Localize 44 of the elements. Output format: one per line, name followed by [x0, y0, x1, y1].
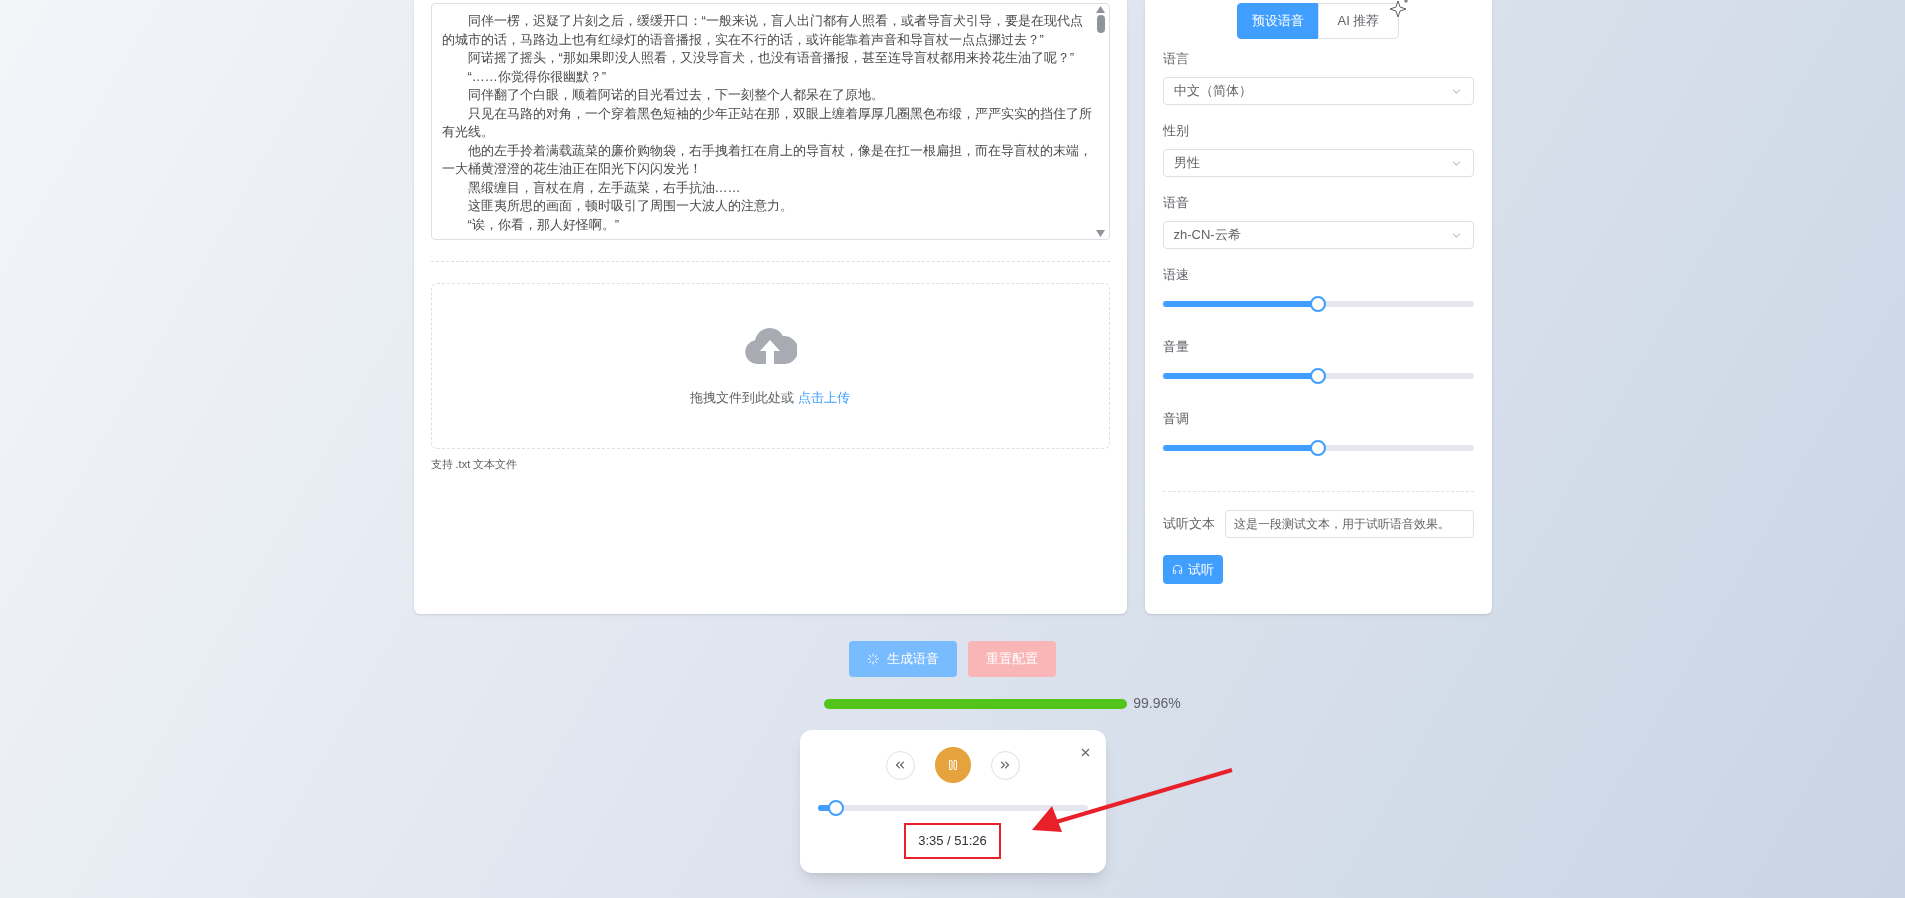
scroll-up-icon[interactable]: [1096, 6, 1105, 13]
upload-prompt: 拖拽文件到此处或: [690, 390, 795, 406]
paragraph: “诶，你看，那人好怪啊。”: [466, 215, 621, 234]
pause-button[interactable]: [934, 747, 971, 783]
upload-hint: 支持 .txt 文本文件: [430, 457, 519, 472]
double-chevron-left-icon: [893, 758, 907, 772]
slider-label: 音调: [1162, 410, 1190, 428]
preview-text-field[interactable]: 这是一段测试文本，用于试听语音效果。: [1224, 510, 1474, 538]
slider-track[interactable]: [1162, 367, 1474, 385]
field-label: 性别: [1162, 122, 1190, 140]
voice-tab[interactable]: AI 推荐: [1318, 3, 1399, 39]
paragraph: 阿诺摇了摇头，“那如果即没人照看，又没导盲犬，也没有语音播报，甚至连导盲杖都用来拎花生油了呢？”: [466, 49, 1076, 67]
headphones-icon: [1171, 564, 1183, 575]
paragraph: 黑缎缠目，盲杖在肩，左手蔬菜，右手抗油……: [466, 178, 742, 197]
paragraph: 同伴翻了个白眼，顺着阿诺的目光看过去，下一刻整个人都呆在了原地。: [466, 86, 885, 104]
scroll-down-icon[interactable]: [1096, 230, 1105, 237]
slider-label: 音量: [1162, 338, 1190, 356]
slider-handle[interactable]: [828, 800, 845, 816]
text-area[interactable]: [430, 3, 1110, 240]
dropdown[interactable]: zh-CN-云希: [1162, 221, 1474, 249]
pause-icon: [946, 759, 959, 771]
slider-label: 语速: [1162, 266, 1190, 284]
progress-percent: 99.96%: [1133, 694, 1181, 713]
paragraph: 他的左手拎着满载蔬菜的廉价购物袋，右手拽着扛在肩上的导盲杖，像是在扛一根扁担，而在导盲杖的末端，一大桶黄澄澄的花生油正在阳光下闪闪发光！: [441, 141, 1093, 178]
scrollbar-thumb[interactable]: [1096, 15, 1105, 33]
slider-track[interactable]: [1162, 439, 1474, 457]
slider-handle[interactable]: [1310, 440, 1326, 456]
slider-handle[interactable]: [1310, 368, 1326, 384]
slider-track[interactable]: [817, 799, 1088, 817]
spinner-icon: [867, 653, 879, 665]
slider-track[interactable]: [1162, 295, 1474, 313]
paragraph: 这匪夷所思的画面，顿时吸引了周围一大波人的注意力。: [466, 197, 794, 215]
upload-dropzone[interactable]: 拖拽文件到此处或 点击上传: [430, 283, 1110, 449]
paragraph: “……你觉得你很幽默？”: [466, 67, 608, 86]
paragraph: 只见在马路的对角，一个穿着黑色短袖的少年正站在那，双眼上缠着厚厚几圈黑色布缎，严严实实的挡住了所有光线。: [441, 104, 1093, 141]
dropdown[interactable]: 男性: [1162, 149, 1474, 177]
time-display: 3:35 / 51:26: [918, 832, 987, 851]
field-label: 语音: [1162, 194, 1190, 212]
slider-handle[interactable]: [1310, 296, 1326, 312]
paragraph: 同伴一楞，迟疑了片刻之后，缓缓开口：“一般来说，盲人出门都有人照看，或者导盲犬引导，要是在现代点的城市的话，马路边上也有红绿灯的语音播报，实在不行的话，或许能靠着声音和导盲杖一点点挪过去？”: [441, 12, 1084, 49]
field-label: 语言: [1162, 50, 1190, 68]
double-chevron-right-icon: [998, 758, 1012, 772]
dropdown[interactable]: 中文（简体）: [1162, 77, 1474, 105]
preview-label: 试听文本: [1162, 515, 1215, 534]
